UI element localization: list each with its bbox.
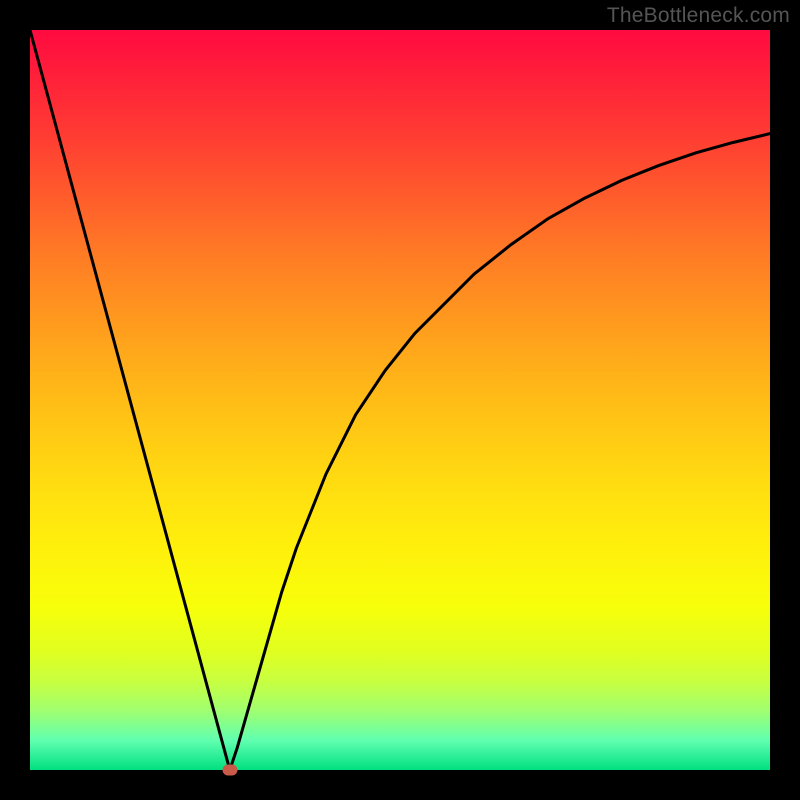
right-branch-line bbox=[230, 134, 770, 770]
minimum-point-marker bbox=[222, 765, 237, 776]
left-branch-line bbox=[30, 30, 230, 770]
plot-area bbox=[30, 30, 770, 770]
chart-frame: TheBottleneck.com bbox=[0, 0, 800, 800]
watermark-text: TheBottleneck.com bbox=[607, 4, 790, 28]
curve-layer bbox=[30, 30, 770, 770]
